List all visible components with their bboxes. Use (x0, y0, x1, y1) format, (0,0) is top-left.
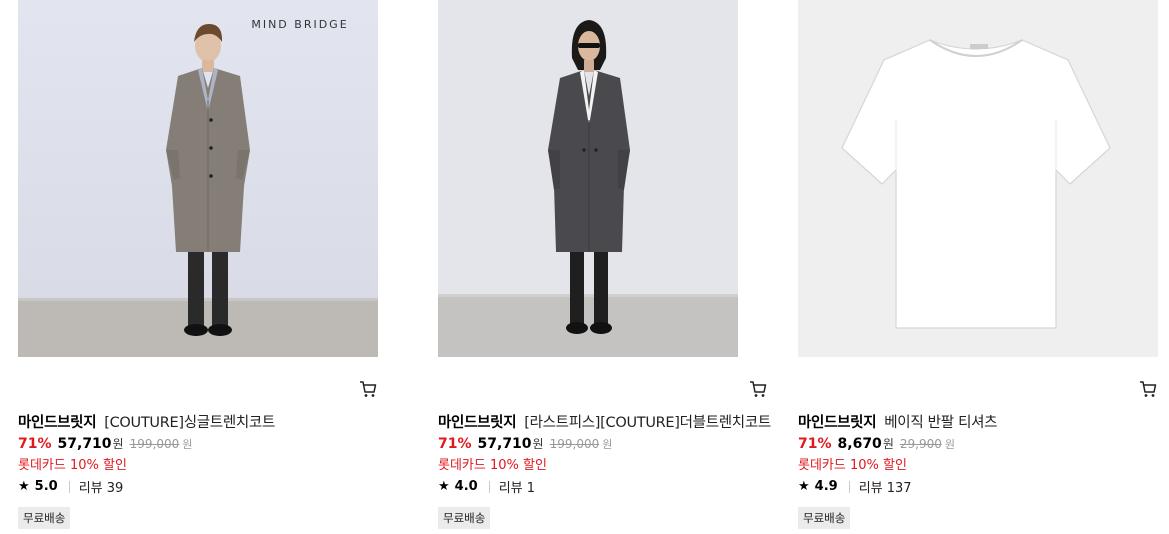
brand-name: 마인드브릿지 (798, 415, 877, 431)
card-promo: 롯데카드 10% 할인 (18, 458, 127, 473)
divider (488, 480, 490, 493)
star-icon: ★ (798, 479, 810, 494)
discount-rate: 71% (798, 436, 832, 452)
cart-icon[interactable] (749, 380, 767, 398)
product-image[interactable] (798, 0, 1158, 357)
product-name: [COUTURE]싱글트렌치코트 (104, 415, 276, 431)
product-title[interactable]: 마인드브릿지 베이직 반팔 티셔츠 (798, 411, 998, 432)
rating-value: 4.9 (814, 479, 838, 494)
price-row: 71% 57,710원 199,000 원 (18, 435, 192, 452)
review-count: 리뷰 137 (858, 481, 912, 496)
product-name: [라스트피스][COUTURE]더블트렌치코트 (524, 415, 771, 431)
rating-value: 5.0 (34, 479, 58, 494)
card-promo: 롯데카드 10% 할인 (438, 458, 547, 473)
price-row: 71% 57,710원 199,000 원 (438, 435, 612, 452)
rating-row: ★ 4.0 리뷰 1 (438, 477, 535, 496)
product-card[interactable]: 마인드브릿지 [라스트피스][COUTURE]더블트렌치코트 71% 57,710원… (438, 0, 771, 534)
discount-rate: 71% (18, 436, 52, 452)
card-promo: 롯데카드 10% 할인 (798, 458, 907, 473)
product-name: 베이직 반팔 티셔츠 (884, 415, 998, 431)
product-title[interactable]: 마인드브릿지 [COUTURE]싱글트렌치코트 (18, 411, 275, 432)
sale-price: 57,710 (477, 436, 532, 452)
divider (68, 480, 70, 493)
brand-watermark: MIND BRIDGE (251, 18, 348, 31)
free-shipping-badge: 무료배송 (798, 507, 851, 529)
discount-rate: 71% (438, 436, 472, 452)
cart-icon[interactable] (359, 380, 377, 398)
currency: 원 (112, 437, 124, 451)
rating-row: ★ 4.9 리뷰 137 (798, 477, 912, 496)
product-image[interactable]: MIND BRIDGE (18, 0, 378, 357)
product-card[interactable]: 마인드브릿지 베이직 반팔 티셔츠 71% 8,670원 29,900 원 롯데카드 1… (798, 0, 1158, 534)
brand-name: 마인드브릿지 (18, 415, 97, 431)
rating-value: 4.0 (454, 479, 478, 494)
product-image[interactable] (438, 0, 738, 357)
review-count: 리뷰 39 (78, 481, 124, 496)
brand-name: 마인드브릿지 (438, 415, 517, 431)
product-title[interactable]: 마인드브릿지 [라스트피스][COUTURE]더블트렌치코트 (438, 411, 771, 432)
price-row: 71% 8,670원 29,900 원 (798, 435, 955, 452)
original-currency: 원 (944, 438, 955, 451)
cart-icon[interactable] (1139, 380, 1157, 398)
star-icon: ★ (438, 479, 450, 494)
sale-price: 57,710 (57, 436, 112, 452)
review-count: 리뷰 1 (498, 481, 536, 496)
original-price: 199,000 (129, 437, 180, 451)
product-card[interactable]: MIND BRIDGE 마인드브릿지 [COUTURE]싱글트렌치코트 71% (18, 0, 378, 534)
sale-price: 8,670 (837, 436, 882, 452)
original-price: 199,000 (549, 437, 600, 451)
original-currency: 원 (182, 438, 193, 451)
star-icon: ★ (18, 479, 30, 494)
original-price: 29,900 (899, 437, 942, 451)
divider (848, 480, 850, 493)
currency: 원 (882, 437, 894, 451)
currency: 원 (532, 437, 544, 451)
rating-row: ★ 5.0 리뷰 39 (18, 477, 123, 496)
free-shipping-badge: 무료배송 (18, 507, 71, 529)
original-currency: 원 (602, 438, 613, 451)
free-shipping-badge: 무료배송 (438, 507, 491, 529)
